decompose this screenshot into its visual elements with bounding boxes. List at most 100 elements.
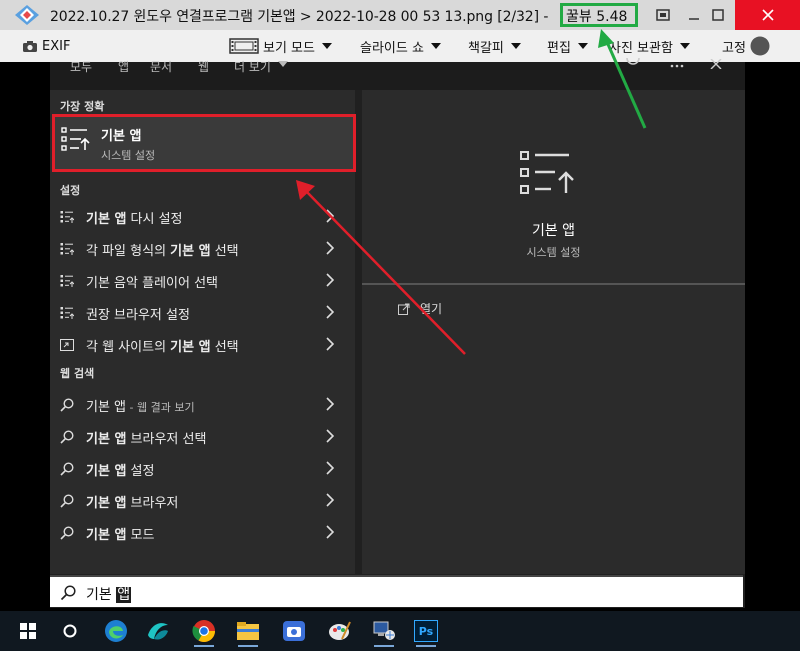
- settings-item-website-defaults[interactable]: 각 웹 사이트의 기본 앱 선택: [50, 329, 355, 361]
- photo-storage-menu[interactable]: 사진 보관함: [609, 30, 690, 62]
- camera-icon: [23, 40, 37, 52]
- chevron-right-icon: [326, 337, 334, 351]
- web-item-default-app-settings[interactable]: 기본 앱 설정: [50, 453, 355, 485]
- photo-storage-label: 사진 보관함: [609, 40, 673, 56]
- chevron-down-icon: [577, 43, 588, 49]
- settings-item-label: 권장 브라우저 설정: [86, 307, 190, 323]
- photoshop-label: Ps: [418, 624, 434, 638]
- settings-item-recommended-browser[interactable]: 권장 브라우저 설정: [50, 297, 355, 329]
- tab-web[interactable]: 웹: [198, 58, 209, 75]
- search-tabs: 모두 앱 문서 웹 더 보기: [50, 58, 745, 90]
- bookmark-label: 책갈피: [468, 40, 504, 56]
- best-match-item[interactable]: 기본 앱 시스템 설정: [52, 114, 356, 172]
- taskbar-app[interactable]: [140, 615, 176, 647]
- tab-apps[interactable]: 앱: [118, 58, 129, 75]
- windows-start-icon: [20, 623, 36, 639]
- best-match-header: 가장 정확: [60, 100, 105, 113]
- web-item-default-app[interactable]: 기본 앱 - 웹 결과 보기: [50, 389, 355, 421]
- web-item-label: 기본 앱 브라우저: [86, 495, 179, 511]
- web-search-header: 웹 검색: [60, 367, 95, 380]
- list-settings-icon: [60, 211, 74, 223]
- result-preview: 기본 앱 시스템 설정 열기: [362, 90, 745, 574]
- settings-item-label: 기본 앱 다시 설정: [86, 211, 183, 227]
- settings-item-default-music-player[interactable]: 기본 음악 플레이어 선택: [50, 265, 355, 297]
- chevron-down-icon: [430, 43, 441, 49]
- pin-label: 고정: [722, 40, 746, 56]
- window-menu-icon: [656, 9, 670, 21]
- settings-item-label: 기본 음악 플레이어 선택: [86, 275, 218, 291]
- maximize-button[interactable]: [704, 0, 732, 30]
- pin-button[interactable]: 고정: [722, 30, 770, 62]
- web-item-label: 기본 앱 설정: [86, 463, 155, 479]
- taskbar-photoshop[interactable]: Ps: [408, 615, 444, 647]
- chevron-right-icon: [326, 397, 334, 411]
- taskbar-paint[interactable]: [322, 615, 358, 647]
- taskbar-chrome[interactable]: [186, 615, 222, 647]
- settings-item-label: 각 웹 사이트의 기본 앱 선택: [86, 339, 239, 355]
- film-frame-icon: [229, 38, 259, 54]
- settings-header: 설정: [60, 184, 81, 197]
- window-menu-button[interactable]: [650, 0, 676, 30]
- chevron-right-icon: [326, 429, 334, 443]
- search-icon: [60, 494, 74, 508]
- account-circle-icon[interactable]: [626, 58, 640, 68]
- preview-divider: [362, 283, 745, 285]
- search-query-prefix: 기본: [86, 587, 117, 603]
- search-icon: [60, 585, 76, 601]
- exif-button[interactable]: EXIF: [22, 30, 70, 62]
- paint-icon: [329, 621, 351, 640]
- web-item-default-app-browser-select[interactable]: 기본 앱 브라우저 선택: [50, 421, 355, 453]
- web-link-settings-icon: [60, 339, 74, 351]
- tab-more[interactable]: 더 보기: [234, 58, 271, 75]
- search-icon: [60, 462, 74, 476]
- chevron-right-icon: [326, 305, 334, 319]
- chevron-right-icon: [326, 525, 334, 539]
- bookmark-menu[interactable]: 책갈피: [468, 30, 521, 62]
- search-icon: [60, 430, 74, 444]
- web-item-text: 기본 앱 - 웹 결과 보기: [86, 396, 195, 415]
- search-panel: 모두 앱 문서 웹 더 보기 가장 정확 기본 앱 시스템 설정 설정 기본 앱…: [50, 58, 745, 608]
- web-item-label: 기본 앱 모드: [86, 527, 155, 543]
- minimize-icon: [689, 18, 699, 20]
- chevron-down-icon: [321, 43, 332, 49]
- taskbar-file-explorer[interactable]: [230, 615, 266, 647]
- results-list: 가장 정확 기본 앱 시스템 설정 설정 기본 앱 다시 설정 각 파일 형식의…: [50, 90, 356, 574]
- list-settings-icon: [60, 243, 74, 255]
- preview-subtitle: 시스템 설정: [526, 246, 581, 259]
- taskbar-camera-app[interactable]: [276, 615, 312, 647]
- app-version: 꿀뷰 5.48: [566, 9, 628, 25]
- close-button[interactable]: [735, 0, 800, 30]
- best-match-title: 기본 앱: [101, 129, 142, 144]
- tab-documents[interactable]: 문서: [150, 58, 172, 75]
- start-button[interactable]: [10, 615, 46, 647]
- pin-toggle-icon: [750, 36, 770, 56]
- edit-menu[interactable]: 편집: [547, 30, 588, 62]
- honeyview-logo-icon: [15, 5, 39, 25]
- settings-item-file-type-defaults[interactable]: 각 파일 형식의 기본 앱 선택: [50, 233, 355, 265]
- app-icon: [148, 623, 168, 640]
- best-match-subtitle: 시스템 설정: [101, 149, 156, 162]
- slideshow-menu[interactable]: 슬라이드 쇼: [360, 30, 441, 62]
- search-icon: [60, 398, 74, 412]
- open-action[interactable]: 열기: [398, 300, 442, 317]
- settings-item-reset-default-apps[interactable]: 기본 앱 다시 설정: [50, 201, 355, 233]
- close-panel-icon[interactable]: [710, 59, 722, 69]
- web-item-default-app-browser[interactable]: 기본 앱 브라우저: [50, 485, 355, 517]
- web-item-default-app-mode[interactable]: 기본 앱 모드: [50, 517, 355, 549]
- web-item-label: 기본 앱: [86, 399, 127, 415]
- window-title: 2022.10.27 윈도우 연결프로그램 기본앱 > 2022-10-28 0…: [50, 9, 549, 25]
- search-circle-button[interactable]: [52, 615, 88, 647]
- web-item-suffix: - 웹 결과 보기: [126, 400, 195, 414]
- maximize-icon: [712, 9, 724, 21]
- screenshot-window: 2022.10.27 윈도우 연결프로그램 기본앱 > 2022-10-28 0…: [0, 0, 800, 651]
- taskbar-edge[interactable]: [98, 615, 134, 647]
- search-circle-icon: [63, 624, 77, 638]
- open-external-icon: [398, 303, 410, 315]
- tab-all[interactable]: 모두: [70, 58, 92, 75]
- taskbar-network-app[interactable]: [366, 615, 402, 647]
- search-input[interactable]: 기본 앱: [50, 575, 743, 607]
- settings-item-label: 각 파일 형식의 기본 앱 선택: [86, 243, 239, 259]
- close-icon: [761, 9, 774, 21]
- more-options-icon[interactable]: [670, 64, 684, 68]
- title-bar: 2022.10.27 윈도우 연결프로그램 기본앱 > 2022-10-28 0…: [0, 0, 800, 30]
